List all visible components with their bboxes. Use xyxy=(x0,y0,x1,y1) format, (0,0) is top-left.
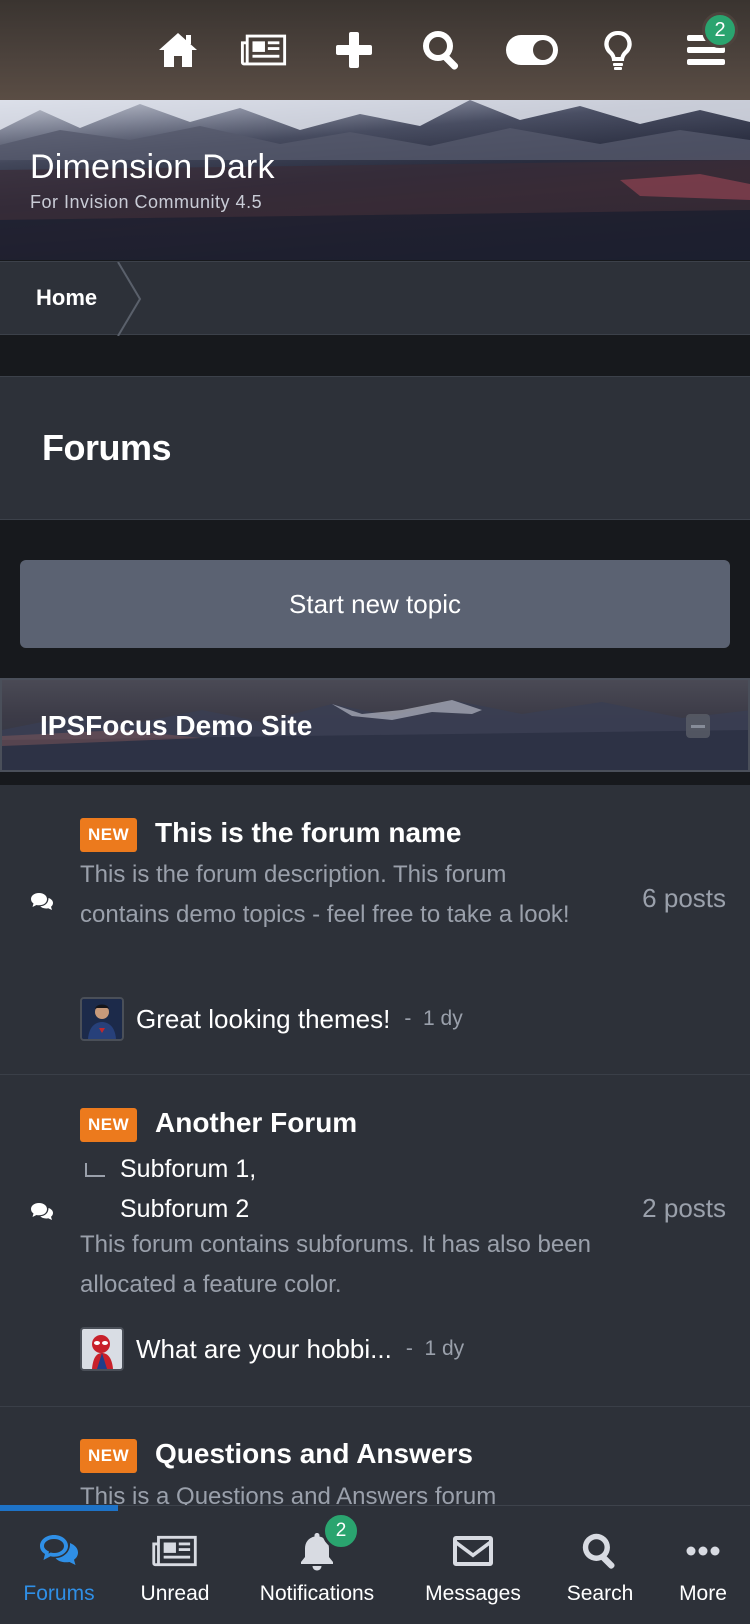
forum-row[interactable]: NEW Questions and Answers This is a Ques… xyxy=(0,1407,750,1505)
breadcrumb-separator xyxy=(117,262,142,336)
site-subtitle: For Invision Community 4.5 xyxy=(30,192,263,212)
nav-messages-label: Messages xyxy=(425,1582,521,1605)
last-post[interactable]: What are your hobbi... - 1 dy xyxy=(80,1327,464,1371)
search-icon[interactable] xyxy=(418,26,466,74)
subforum-link[interactable]: Subforum 1, xyxy=(120,1155,256,1184)
nav-messages[interactable]: Messages xyxy=(418,1506,528,1624)
forum-description: This forum contains subforums. It has al… xyxy=(80,1231,591,1298)
site-title[interactable]: Dimension Dark xyxy=(30,148,275,187)
last-post-title[interactable]: Great looking themes! xyxy=(136,1004,390,1035)
nav-forums-label: Forums xyxy=(23,1582,95,1605)
newspaper-icon[interactable] xyxy=(240,26,288,74)
forum-row[interactable]: NEW Another Forum Subforum 1, Subforum 2… xyxy=(0,1075,750,1407)
last-post-time: - 1 dy xyxy=(404,1007,463,1030)
nav-notifications[interactable]: Notifications 2 xyxy=(250,1506,384,1624)
forum-row[interactable]: NEW This is the forum name This is the f… xyxy=(0,785,750,1075)
new-badge: NEW xyxy=(80,1439,138,1473)
page-title: Forums xyxy=(42,427,172,468)
subforum-indicator xyxy=(85,1163,105,1177)
nav-unread-label: Unread xyxy=(140,1582,210,1605)
lightbulb-icon[interactable] xyxy=(594,26,642,74)
top-navigation-bar: 2 xyxy=(0,0,750,100)
nav-forums[interactable]: Forums xyxy=(18,1506,100,1624)
last-post-title[interactable]: What are your hobbi... xyxy=(136,1334,392,1365)
plus-icon[interactable] xyxy=(330,26,378,74)
newspaper-icon xyxy=(151,1530,199,1572)
forum-description: This is a Questions and Answers forum xyxy=(80,1483,497,1505)
nav-notifications-label: Notifications xyxy=(259,1582,375,1605)
new-badge: NEW xyxy=(80,818,138,852)
last-post-time-value: 1 dy xyxy=(424,1337,465,1360)
subforum-link[interactable]: Subforum 2 xyxy=(120,1195,249,1224)
collapse-toggle-icon[interactable] xyxy=(686,714,710,738)
page-load-progress-bar xyxy=(0,1505,118,1511)
notifications-count-badge: 2 xyxy=(322,1512,360,1550)
home-icon[interactable] xyxy=(154,26,202,74)
forum-name-link[interactable]: This is the forum name xyxy=(155,817,462,849)
forum-name-link[interactable]: Questions and Answers xyxy=(155,1438,473,1470)
site-header-banner: Dimension Dark For Invision Community 4.… xyxy=(0,100,750,260)
last-post-time-value: 1 dy xyxy=(423,1007,463,1030)
chat-bubbles-icon xyxy=(38,1530,80,1572)
forum-post-count: 6 posts xyxy=(642,883,726,913)
toggle-icon[interactable] xyxy=(505,26,559,74)
forum-chat-icon xyxy=(30,1202,54,1222)
nav-more[interactable]: More xyxy=(670,1506,736,1624)
nav-more-label: More xyxy=(679,1582,727,1605)
last-post[interactable]: Great looking themes! - 1 dy xyxy=(80,997,463,1041)
breadcrumb: Home xyxy=(0,261,750,336)
forum-description: This is the forum description. This foru… xyxy=(80,861,570,928)
breadcrumb-home-link[interactable]: Home xyxy=(0,262,120,334)
envelope-icon xyxy=(452,1530,494,1572)
nav-search-label: Search xyxy=(566,1582,634,1605)
start-new-topic-button[interactable]: Start new topic xyxy=(20,560,730,648)
new-badge: NEW xyxy=(80,1108,138,1142)
category-header: IPSFocus Demo Site xyxy=(0,678,750,772)
avatar[interactable] xyxy=(80,997,124,1041)
last-post-time: - 1 dy xyxy=(405,1337,465,1360)
menu-notification-badge: 2 xyxy=(702,12,738,48)
nav-search[interactable]: Search xyxy=(558,1506,642,1624)
nav-unread[interactable]: Unread xyxy=(130,1506,220,1624)
forum-post-count: 2 posts xyxy=(642,1193,726,1223)
bottom-navigation: Forums Unread Notifications 2 Messages S… xyxy=(0,1505,750,1624)
page-header: Forums xyxy=(0,376,750,520)
forum-chat-icon xyxy=(30,892,54,912)
avatar[interactable] xyxy=(80,1327,124,1371)
category-title[interactable]: IPSFocus Demo Site xyxy=(40,710,312,742)
ellipsis-icon xyxy=(686,1530,720,1572)
search-icon xyxy=(581,1530,619,1572)
forum-list: NEW This is the forum name This is the f… xyxy=(0,785,750,1505)
forum-name-link[interactable]: Another Forum xyxy=(155,1107,357,1139)
